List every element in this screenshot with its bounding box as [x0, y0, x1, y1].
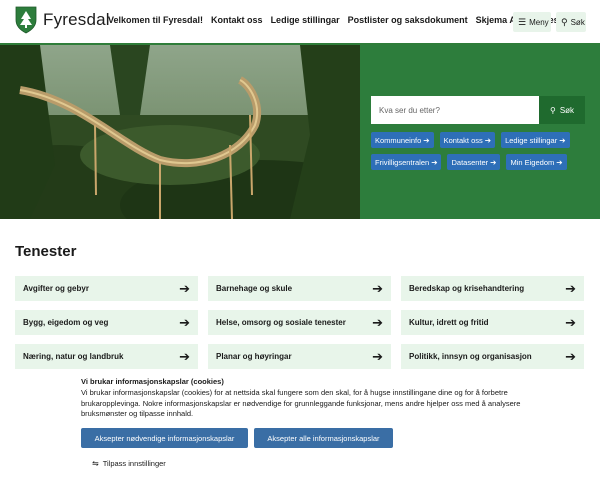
service-tile-label: Helse, omsorg og sosiale tenester — [216, 318, 346, 327]
arrow-right-icon: ➔ — [565, 314, 576, 330]
site-name: Fyresdal — [43, 10, 110, 29]
site-search-button[interactable]: ⚲ Søk — [539, 96, 585, 124]
arrow-right-icon: ➔ — [484, 135, 492, 145]
arrow-right-icon: ➔ — [559, 135, 566, 145]
nav-contact[interactable]: Kontakt oss — [211, 15, 263, 25]
service-tile-label: Avgifter og gebyr — [23, 284, 89, 293]
arrow-right-icon: ➔ — [179, 314, 190, 330]
service-tile-label: Kultur, idrett og fritid — [409, 318, 489, 327]
service-tile-label: Politikk, innsyn og organisasjon — [409, 352, 532, 361]
accept-necessary-cookies-button[interactable]: Aksepter nødvendige informasjonskapslar — [81, 428, 248, 448]
quick-link-volunteer[interactable]: Frivilligsentralen ➔ — [371, 154, 442, 170]
nav-post-lists[interactable]: Postlister og saksdokument — [348, 15, 468, 25]
service-tile-label: Næring, natur og landbruk — [23, 352, 124, 361]
quick-link-label: Kommuneinfo — [375, 135, 422, 145]
service-tile-label: Barnehage og skule — [216, 284, 293, 293]
coat-of-arms-icon — [15, 6, 37, 34]
magnifier-icon: ⚲ — [549, 105, 556, 115]
services-grid: Avgifter og gebyr ➔ Barnehage og skule ➔ B… — [15, 276, 585, 369]
service-tile-label: Beredskap og krisehandtering — [409, 284, 525, 293]
service-tile-culture[interactable]: Kultur, idrett og fritid ➔ — [401, 310, 584, 335]
service-tile-politics[interactable]: Politikk, innsyn og organisasjon ➔ — [401, 344, 584, 369]
site-header: Fyresdal Velkomen til Fyresdal! Kontakt … — [0, 0, 600, 44]
arrow-right-icon: ➔ — [565, 280, 576, 296]
services-title: Tenester — [15, 243, 77, 260]
service-tile-label: Planar og høyringar — [216, 352, 292, 361]
service-tile-kindergarten-school[interactable]: Barnehage og skule ➔ — [208, 276, 391, 301]
arrow-right-icon: ➔ — [556, 157, 563, 167]
quick-link-jobs[interactable]: Ledige stillingar ➔ — [501, 132, 570, 148]
arrow-right-icon: ➔ — [372, 280, 383, 296]
site-search-input[interactable] — [371, 96, 539, 124]
quick-link-label: Frivilligsentralen — [375, 157, 430, 167]
header-search-label: Søk — [570, 17, 585, 27]
service-tile-label: Bygg, eigedom og veg — [23, 318, 109, 327]
quick-link-label: Datasenter — [451, 157, 489, 167]
magnifier-icon: ⚲ — [561, 16, 568, 27]
arrow-right-icon: ➔ — [179, 348, 190, 364]
quick-link-property[interactable]: Min Eigedom ➔ — [506, 154, 567, 170]
service-tile-emergency[interactable]: Beredskap og krisehandtering ➔ — [401, 276, 584, 301]
service-tile-fees[interactable]: Avgifter og gebyr ➔ — [15, 276, 198, 301]
arrow-right-icon: ➔ — [423, 135, 430, 145]
quick-link-kommuneinfo[interactable]: Kommuneinfo ➔ — [371, 132, 434, 148]
accept-all-cookies-button[interactable]: Aksepter alle informasjonskapslar — [254, 428, 393, 448]
main-nav: Velkomen til Fyresdal! Kontakt oss Ledig… — [108, 15, 578, 25]
site-search-button-label: Søk — [559, 105, 575, 115]
service-tile-building-property[interactable]: Bygg, eigedom og veg ➔ — [15, 310, 198, 335]
arrow-right-icon: ➔ — [431, 157, 438, 167]
quick-link-label: Min Eigedom — [510, 157, 555, 167]
quick-link-datacenter[interactable]: Datasenter ➔ — [447, 154, 501, 170]
header-search-button[interactable]: ⚲ Søk — [556, 12, 586, 32]
nav-jobs[interactable]: Ledige stillingar — [271, 15, 340, 25]
quick-link-label: Ledige stillingar — [505, 135, 558, 145]
arrow-right-icon: ➔ — [490, 157, 497, 167]
cookie-text: Vi brukar informasjonskapslar (cookies) … — [81, 388, 521, 418]
site-logo[interactable]: Fyresdal — [15, 6, 110, 34]
arrow-right-icon: ➔ — [372, 314, 383, 330]
menu-button-label: Meny — [529, 17, 549, 27]
hamburger-icon: ☰ — [518, 16, 527, 27]
customize-cookies-label: Tilpass innstillinger — [102, 459, 166, 468]
nav-welcome[interactable]: Velkomen til Fyresdal! — [108, 15, 203, 25]
quick-link-contact[interactable]: Kontakt oss ➔ — [439, 132, 496, 148]
cookie-title: Vi brukar informasjonskapslar (cookies) — [81, 377, 224, 386]
service-tile-business-nature[interactable]: Næring, natur og landbruk ➔ — [15, 344, 198, 369]
quick-links: Kommuneinfo ➔ Kontakt oss ➔ Ledige stillin… — [371, 132, 591, 170]
service-tile-plans[interactable]: Planar og høyringar ➔ — [208, 344, 391, 369]
arrow-right-icon: ➔ — [565, 348, 576, 364]
service-tile-health[interactable]: Helse, omsorg og sosiale tenester ➔ — [208, 310, 391, 335]
arrow-right-icon: ➔ — [179, 280, 190, 296]
arrow-right-icon: ➔ — [372, 348, 383, 364]
quick-link-label: Kontakt oss — [443, 135, 483, 145]
menu-button[interactable]: ☰ Meny — [513, 12, 551, 32]
customize-cookies-link[interactable]: ⇋ Tilpass innstillinger — [92, 459, 166, 468]
hero-image — [0, 45, 360, 219]
sliders-icon: ⇋ — [92, 459, 99, 468]
